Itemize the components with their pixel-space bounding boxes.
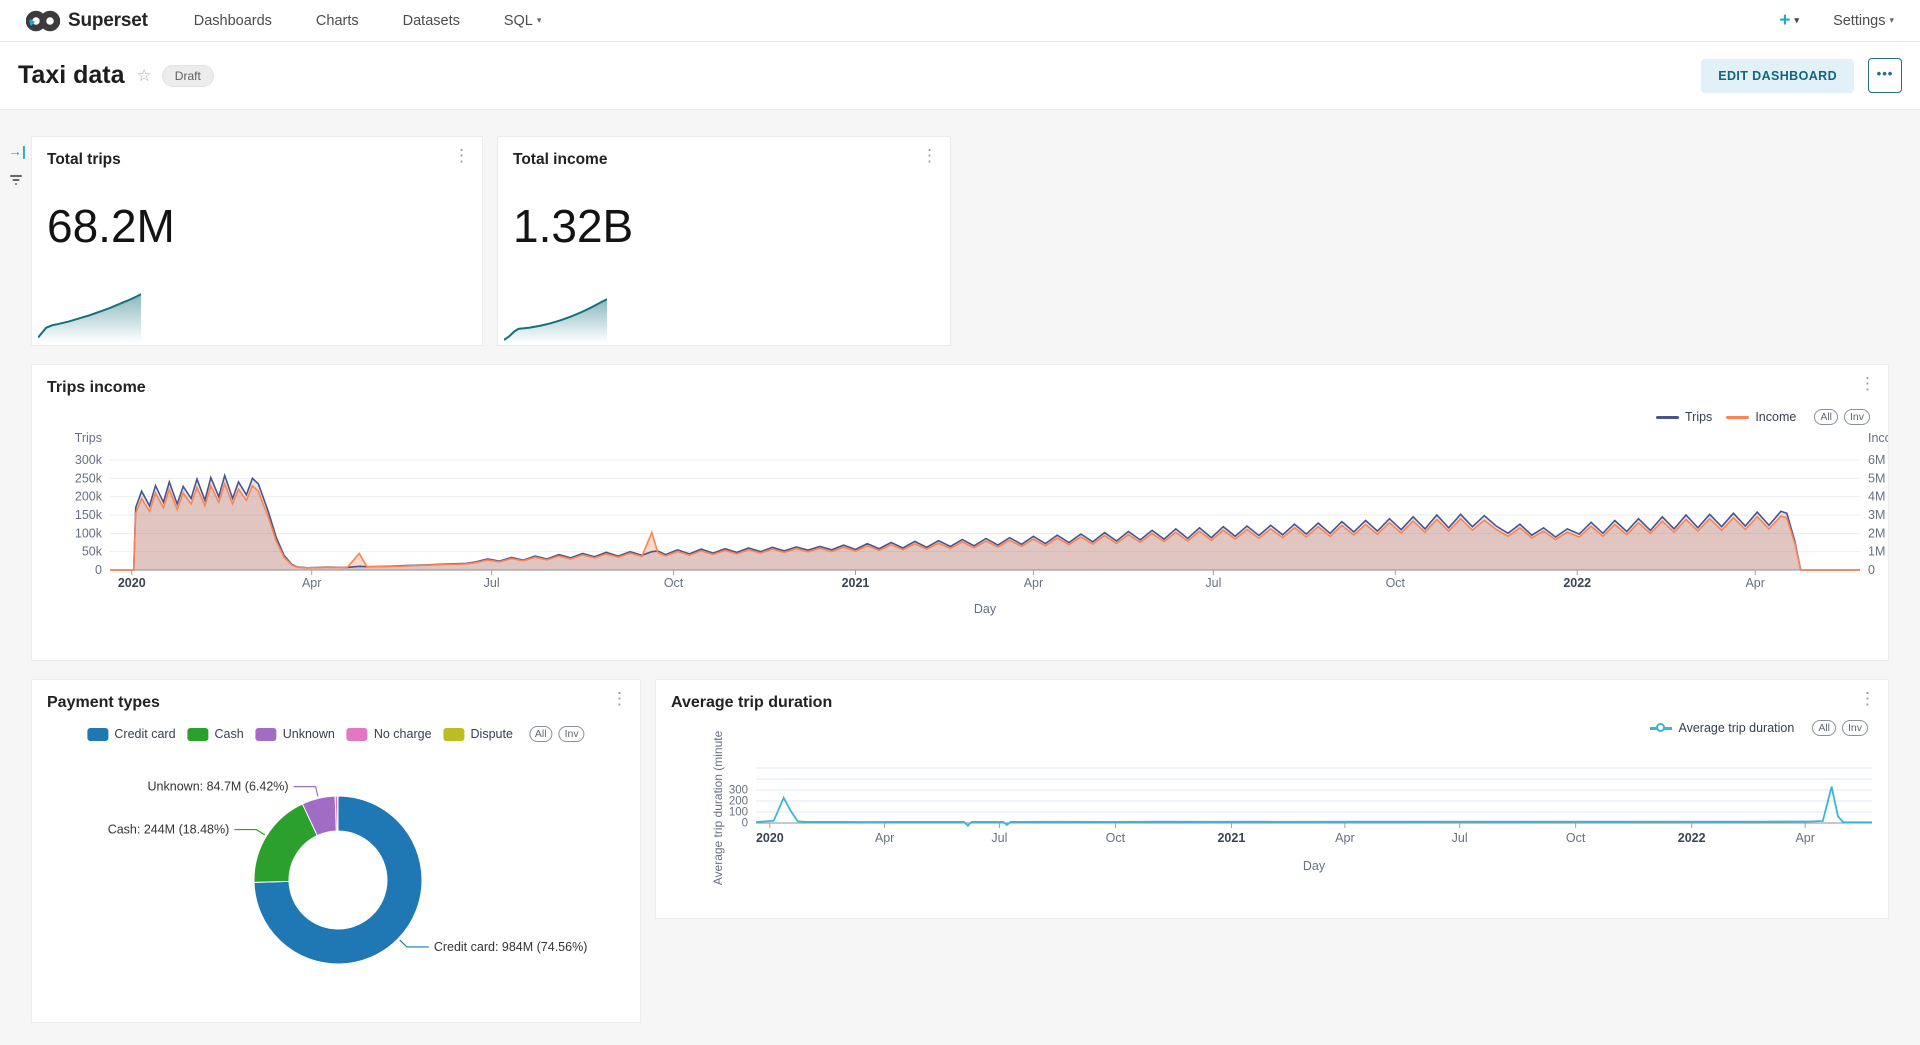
dashboard-grid: →| Total trips ⋮ 68.2M Total income ⋮ 1.… [0, 110, 1920, 1045]
filter-icon[interactable] [8, 172, 24, 193]
axis-tick-label: Day [974, 602, 997, 616]
axis-tick-label: Apr [302, 576, 321, 590]
axis-tick-label: 250k [75, 471, 103, 485]
axis-tick-label: 5M [1868, 471, 1885, 485]
axis-tick-label: 50k [82, 545, 103, 559]
axis-tick-label: 4M [1868, 490, 1885, 504]
nav-charts[interactable]: Charts [316, 13, 359, 29]
trips-income-panel: Trips income ⋮ Trips Income All Inv 0050… [32, 365, 1888, 660]
donut-callout-line [400, 940, 429, 947]
axis-tick-label: Income [1868, 431, 1888, 445]
axis-tick-label: 2021 [1217, 831, 1245, 845]
axis-tick-label: Apr [1745, 576, 1764, 590]
axis-tick-label: 2020 [118, 576, 146, 590]
superset-logo [26, 10, 60, 32]
donut-slice-label: Credit card: 984M (74.56%) [434, 940, 588, 954]
donut-callout-line [234, 830, 265, 835]
axis-tick-label: 2021 [842, 576, 870, 590]
axis-tick-label: Jul [1452, 831, 1468, 845]
axis-tick-label: Jul [484, 576, 500, 590]
donut-slice-label: Cash: 244M (18.48%) [108, 823, 230, 837]
chevron-down-icon: ▾ [537, 15, 542, 25]
total-income-card: Total income ⋮ 1.32B [498, 137, 950, 345]
trips-area [110, 475, 1860, 570]
chart-title: Total trips [47, 151, 121, 169]
axis-tick-label: Trips [75, 431, 102, 445]
axis-tick-label: 100k [75, 526, 103, 540]
nav-links: Dashboards Charts Datasets SQL▾ [194, 13, 542, 29]
trendline-sparkline [504, 283, 607, 345]
new-item-button[interactable]: +▾ [1779, 10, 1799, 32]
status-badge: Draft [162, 65, 214, 87]
donut-callout-line [294, 787, 318, 797]
axis-tick-label: 200k [75, 490, 103, 504]
axis-tick-label: 200 [729, 796, 748, 808]
axis-tick-label: Apr [1024, 576, 1043, 590]
axis-tick-label: Jul [1205, 576, 1221, 590]
avg-trip-duration-panel: Average trip duration ⋮ Average trip dur… [656, 680, 1888, 918]
payment-types-donut-chart: Credit card: 984M (74.56%) Cash: 244M (18… [32, 680, 640, 1022]
edit-dashboard-button[interactable]: EDIT DASHBOARD [1701, 59, 1854, 93]
top-nav: Superset Dashboards Charts Datasets SQL▾… [0, 0, 1920, 42]
dashboard-header: Taxi data ☆ Draft EDIT DASHBOARD ••• [0, 42, 1920, 110]
axis-tick-label: 0 [95, 563, 102, 577]
big-number-value: 68.2M [47, 199, 175, 253]
axis-tick-label: 2022 [1563, 576, 1591, 590]
axis-tick-label: 0 [742, 818, 748, 830]
donut-slice-label: Unknown: 84.7M (6.42%) [148, 780, 289, 794]
axis-tick-label: Apr [875, 831, 894, 845]
expand-filter-bar-icon[interactable]: →| [8, 143, 26, 159]
total-trips-card: Total trips ⋮ 68.2M [32, 137, 482, 345]
nav-datasets[interactable]: Datasets [403, 13, 460, 29]
axis-tick-label: 150k [75, 508, 103, 522]
axis-tick-label: Oct [664, 576, 684, 590]
page-title: Taxi data [18, 61, 125, 90]
big-number-value: 1.32B [513, 199, 633, 253]
axis-tick-label: Apr [1335, 831, 1354, 845]
avg-trip-duration-line [756, 787, 1872, 826]
axis-tick-label: 0 [1868, 563, 1875, 577]
axis-tick-label: 300 [729, 785, 748, 797]
axis-tick-label: 300k [75, 453, 103, 467]
y-axis-title: Average trip duration (minute [711, 730, 725, 885]
axis-tick-label: 3M [1868, 508, 1885, 522]
settings-menu[interactable]: Settings▾ [1833, 13, 1894, 29]
axis-tick-label: 6M [1868, 453, 1885, 467]
kebab-menu-icon[interactable]: ⋮ [921, 147, 938, 166]
axis-tick-label: 100 [729, 807, 748, 819]
chevron-down-icon: ▾ [1795, 15, 1800, 25]
more-options-button[interactable]: ••• [1868, 58, 1902, 93]
nav-sql[interactable]: SQL▾ [504, 13, 542, 29]
axis-tick-label: Oct [1386, 576, 1406, 590]
axis-tick-label: 2020 [756, 831, 784, 845]
chevron-down-icon: ▾ [1889, 15, 1894, 25]
brand-name: Superset [68, 10, 148, 32]
trendline-sparkline [38, 283, 141, 345]
favorite-star-icon[interactable]: ☆ [137, 66, 152, 86]
chart-title: Total income [513, 151, 607, 169]
payment-types-panel: Payment types ⋮ Credit card Cash Unknown… [32, 680, 640, 1022]
axis-tick-label: 1M [1868, 545, 1885, 559]
axis-tick-label: Jul [991, 831, 1007, 845]
trips-income-chart: 0 0 50k 1M 100k 2M 150k 3M 200k 4M 250k 5M 300k 6M Tri… [32, 365, 1888, 660]
avg-trip-duration-chart: 0100200300 Average trip duration (minute 2… [656, 680, 1888, 918]
nav-dashboards[interactable]: Dashboards [194, 13, 272, 29]
axis-tick-label: Oct [1106, 831, 1126, 845]
axis-tick-label: Oct [1566, 831, 1586, 845]
superset-brand[interactable]: Superset [26, 10, 148, 32]
axis-tick-label: Apr [1795, 831, 1814, 845]
axis-tick-label: 2M [1868, 526, 1885, 540]
axis-tick-label: 2022 [1678, 831, 1706, 845]
kebab-menu-icon[interactable]: ⋮ [453, 147, 470, 166]
axis-tick-label: Day [1303, 859, 1326, 873]
